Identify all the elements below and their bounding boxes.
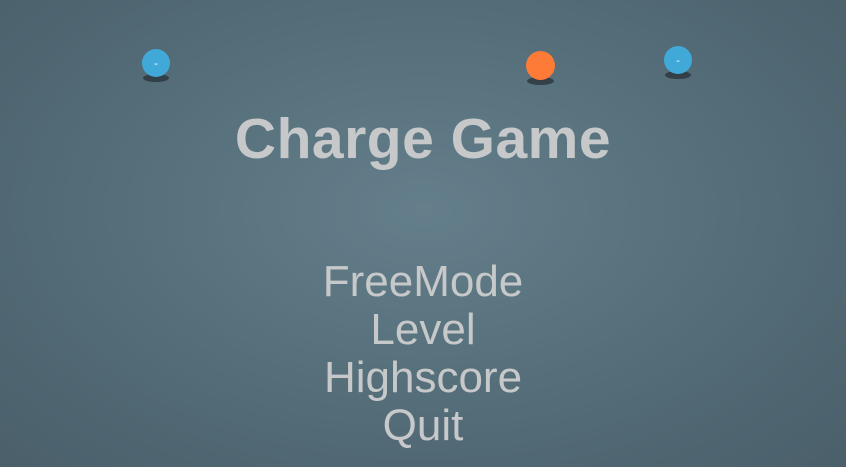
game-screen: - - Charge Game FreeMode Level Highscore… bbox=[0, 0, 846, 467]
negative-charge-ball: - bbox=[142, 49, 170, 77]
negative-charge-particle: - bbox=[664, 46, 692, 79]
menu-item-freemode[interactable]: FreeMode bbox=[0, 258, 846, 306]
positive-charge-ball bbox=[526, 51, 555, 80]
negative-charge-ball: - bbox=[664, 46, 692, 74]
positive-charge-particle bbox=[526, 51, 555, 85]
menu-item-level[interactable]: Level bbox=[0, 306, 846, 354]
menu-item-highscore[interactable]: Highscore bbox=[0, 354, 846, 402]
menu-item-quit[interactable]: Quit bbox=[0, 402, 846, 450]
negative-charge-particle: - bbox=[142, 49, 170, 82]
game-title: Charge Game bbox=[234, 107, 612, 171]
main-menu: FreeMode Level Highscore Quit bbox=[0, 258, 846, 450]
